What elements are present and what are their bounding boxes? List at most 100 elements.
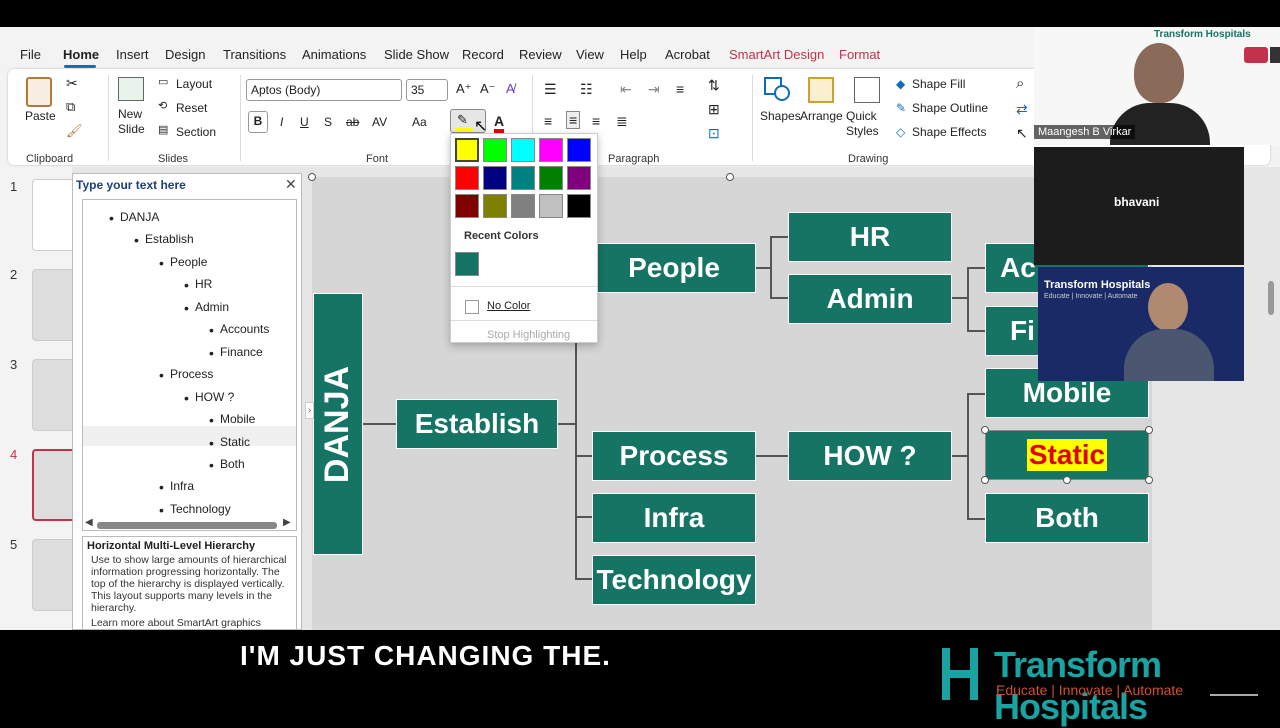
list-item[interactable]: HOW ? [184,390,234,406]
shrink-font-icon[interactable]: A⁻ [480,81,496,97]
resize-handle[interactable] [308,173,316,181]
smartart-node-how[interactable]: HOW ? [788,431,952,481]
shape-fill-button[interactable]: Shape Fill [912,77,965,91]
tab-slide-show[interactable]: Slide Show [384,47,449,62]
character-spacing-icon[interactable]: AV [372,115,387,129]
tab-home[interactable]: Home [63,47,99,62]
resize-handle[interactable] [1145,476,1153,484]
color-swatch[interactable] [511,194,535,218]
italic-button[interactable]: I [280,115,283,129]
list-item[interactable]: Admin [184,300,229,316]
smartart-node-both[interactable]: Both [985,493,1149,543]
new-slide-icon[interactable] [118,77,144,101]
color-swatch[interactable] [539,138,563,162]
justify-icon[interactable]: ≣ [616,113,628,130]
section-button[interactable]: Section [176,125,216,139]
list-item[interactable]: Mobile [209,412,255,428]
shapes-icon[interactable] [764,77,792,103]
paste-button[interactable]: Paste [25,109,56,123]
color-swatch[interactable] [539,166,563,190]
smartart-node-root[interactable]: DANJA [313,293,363,555]
no-color-option[interactable]: No Color [487,300,530,312]
clear-formatting-icon[interactable]: A̸ [506,81,515,96]
numbering-icon[interactable]: ☷ [580,81,593,98]
shapes-button[interactable]: Shapes [760,109,801,123]
shape-effects-button[interactable]: Shape Effects [912,125,987,139]
color-swatch[interactable] [567,166,591,190]
font-name-dropdown[interactable]: Aptos (Body) [246,79,402,101]
list-item[interactable]: Accounts [209,322,269,338]
tab-view[interactable]: View [576,47,604,62]
tab-design[interactable]: Design [165,47,205,62]
tab-insert[interactable]: Insert [116,47,149,62]
align-left-icon[interactable]: ≡ [544,113,552,129]
select-icon[interactable]: ↖ [1016,125,1028,142]
tab-file[interactable]: File [20,47,41,62]
color-swatch-selected[interactable] [455,138,479,162]
find-icon[interactable]: ⌕ [1016,75,1024,92]
color-swatch[interactable] [511,166,535,190]
align-right-icon[interactable]: ≡ [592,113,600,129]
slide-thumbnail[interactable] [32,539,76,611]
tab-record[interactable]: Record [462,47,504,62]
cut-icon[interactable]: ✂ [66,75,78,92]
smartart-node-admin[interactable]: Admin [788,274,952,324]
new-slide-button[interactable]: New Slide [118,107,145,137]
smartart-node-process[interactable]: Process [592,431,756,481]
tab-smartart-design[interactable]: SmartArt Design [729,47,824,62]
smartart-node-hr[interactable]: HR [788,212,952,262]
resize-handle[interactable] [981,426,989,434]
slide-thumbnail-active[interactable] [32,449,76,521]
list-item[interactable]: Infra [159,479,194,495]
recent-color-swatch[interactable] [455,252,479,276]
color-swatch[interactable] [511,138,535,162]
shape-outline-button[interactable]: Shape Outline [912,101,988,115]
resize-handle[interactable] [1145,426,1153,434]
tab-acrobat[interactable]: Acrobat [665,47,710,62]
slide-thumbnail[interactable] [32,359,76,431]
font-color-icon[interactable]: A [494,113,505,133]
list-item[interactable]: DANJA [109,210,159,226]
resize-handle[interactable] [726,173,734,181]
tab-format[interactable]: Format [839,47,880,62]
increase-indent-icon[interactable]: ⇥ [648,81,660,98]
decrease-indent-icon[interactable]: ⇤ [620,81,632,98]
color-swatch[interactable] [483,194,507,218]
paste-icon[interactable] [26,77,52,107]
list-item[interactable]: Static [209,435,250,451]
smartart-node-establish[interactable]: Establish [396,399,558,449]
copy-icon[interactable]: ⧉ [66,99,75,115]
arrange-button[interactable]: Arrange [800,109,843,123]
window-control[interactable] [1270,47,1280,63]
font-size-dropdown[interactable]: 35 [406,79,448,101]
color-swatch[interactable] [483,166,507,190]
align-text-icon[interactable]: ⊞ [708,101,720,118]
color-swatch[interactable] [483,138,507,162]
share-button[interactable] [1244,47,1268,63]
scroll-left-icon[interactable]: ◀ [85,517,93,528]
tab-animations[interactable]: Animations [302,47,366,62]
color-swatch[interactable] [539,194,563,218]
text-direction-icon[interactable]: ⇅ [708,77,720,94]
align-center-icon[interactable]: ≡ [566,111,581,129]
smartart-node-people[interactable]: People [592,243,756,293]
tab-review[interactable]: Review [519,47,562,62]
tab-transitions[interactable]: Transitions [223,47,286,62]
slide-thumbnail[interactable] [32,269,76,341]
color-swatch[interactable] [567,138,591,162]
close-icon[interactable]: ✕ [285,176,297,193]
tab-help[interactable]: Help [620,47,647,62]
quick-styles-button[interactable]: Quick Styles [846,109,879,139]
resize-handle[interactable] [981,476,989,484]
reset-button[interactable]: Reset [176,101,207,115]
convert-smartart-icon[interactable]: ⊡ [708,125,720,142]
grow-font-icon[interactable]: A⁺ [456,81,472,97]
smartart-node-infra[interactable]: Infra [592,493,756,543]
quick-styles-icon[interactable] [854,77,880,103]
horizontal-scrollbar[interactable] [97,522,277,529]
resize-handle[interactable] [1063,476,1071,484]
layout-button[interactable]: Layout [176,77,212,91]
learn-more-link[interactable]: Learn more about SmartArt graphics [87,617,292,629]
bold-button[interactable]: B [248,111,268,133]
color-swatch[interactable] [567,194,591,218]
